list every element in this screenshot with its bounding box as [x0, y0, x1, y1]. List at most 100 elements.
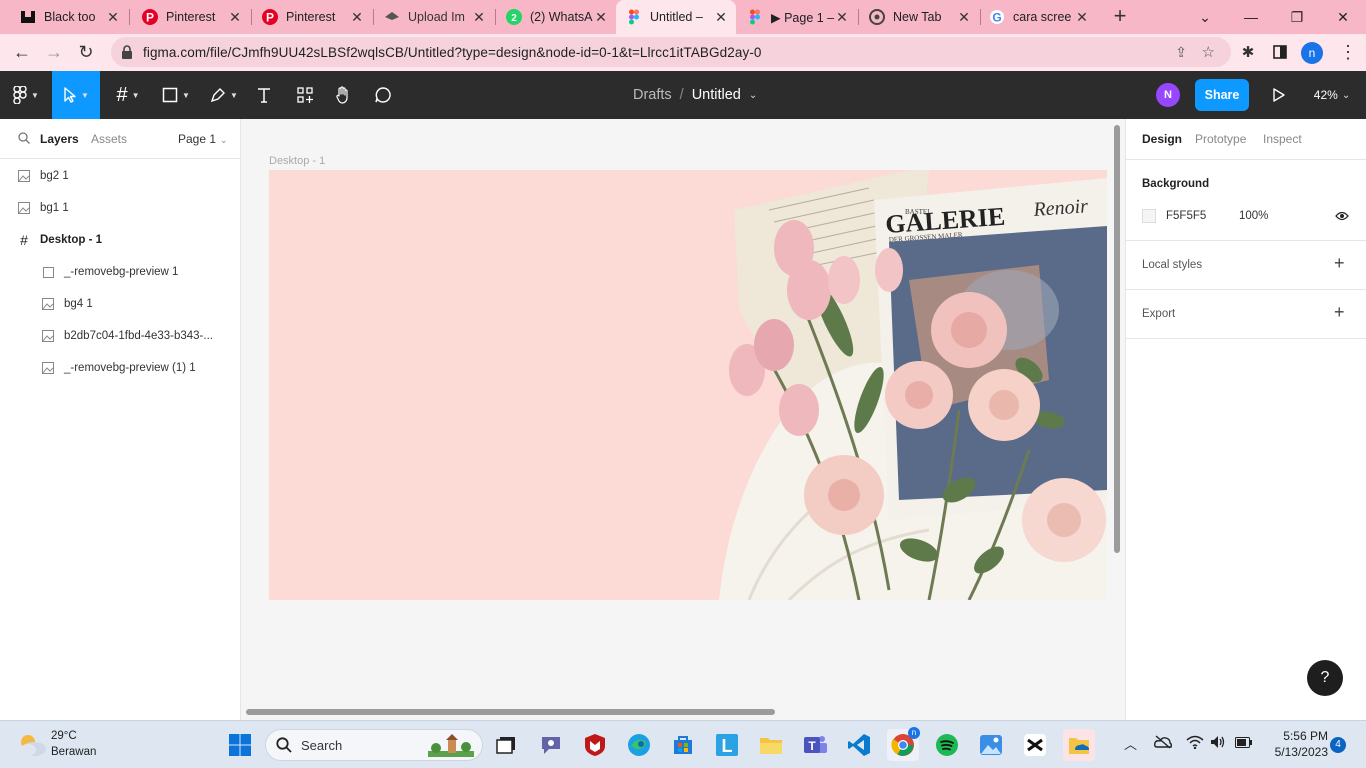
weather-widget[interactable]: 29°C Berawan	[14, 729, 134, 761]
mcafee-icon[interactable]	[579, 729, 611, 761]
browser-tab[interactable]: Black too ✕	[0, 0, 128, 34]
layer-item-frame[interactable]: # Desktop - 1	[0, 224, 240, 256]
capcut-icon[interactable]	[1019, 729, 1051, 761]
layer-item[interactable]: _-removebg-preview 1	[0, 256, 240, 288]
flowers-photo[interactable]: BASTEI GALERIE DER GROSSEN MALER Renoir	[269, 170, 1107, 600]
notification-badge[interactable]: 4	[1330, 737, 1346, 753]
background-hex-input[interactable]: F5F5F5	[1166, 210, 1206, 222]
browser-menu-icon[interactable]: ⋮	[1334, 38, 1362, 66]
start-windows-icon[interactable]	[224, 729, 256, 761]
desktop-frame[interactable]: BASTEI GALERIE DER GROSSEN MALER Renoir	[269, 170, 1107, 600]
wifi-icon[interactable]	[1186, 735, 1204, 752]
close-tab-icon[interactable]: ✕	[714, 9, 728, 26]
task-view-icon[interactable]	[490, 729, 522, 761]
onedrive-pictures-icon[interactable]	[1063, 729, 1095, 761]
close-window-icon[interactable]: ✕	[1320, 0, 1366, 34]
help-button[interactable]: ?	[1307, 660, 1343, 696]
hand-tool-button[interactable]	[328, 71, 358, 119]
breadcrumb-drafts[interactable]: Drafts	[633, 87, 672, 103]
tab-design[interactable]: Design	[1142, 132, 1182, 146]
shape-tool-button[interactable]: ▼	[156, 71, 196, 119]
address-bar[interactable]: figma.com/file/CJmfh9UU42sLBSf2wqlsCB/Un…	[111, 37, 1231, 67]
add-style-plus-icon[interactable]: +	[1334, 253, 1345, 274]
page-selector[interactable]: Page 1 ⌄	[178, 132, 228, 146]
close-tab-icon[interactable]: ✕	[472, 9, 486, 26]
chrome-icon[interactable]: n	[887, 727, 920, 761]
minimize-icon[interactable]: —	[1228, 0, 1274, 34]
tab-layers[interactable]: Layers	[40, 132, 79, 146]
onedrive-offline-icon[interactable]	[1154, 735, 1173, 752]
browser-tab[interactable]: ▶ Page 1 – ✕	[737, 0, 857, 34]
back-icon[interactable]: ←	[8, 38, 36, 66]
profile-avatar[interactable]: n	[1301, 42, 1323, 64]
l-app-icon[interactable]: L	[711, 729, 743, 761]
browser-tab[interactable]: P Pinterest ✕	[130, 0, 250, 34]
close-tab-icon[interactable]: ✕	[594, 9, 608, 26]
resources-button[interactable]	[290, 71, 320, 119]
layer-item[interactable]: bg2 1	[0, 160, 240, 192]
file-name[interactable]: Untitled	[692, 87, 741, 103]
teams-icon[interactable]: T	[799, 729, 831, 761]
close-tab-icon[interactable]: ✕	[1075, 9, 1089, 26]
add-export-plus-icon[interactable]: +	[1334, 302, 1345, 323]
close-tab-icon[interactable]: ✕	[106, 9, 120, 26]
tab-inspect[interactable]: Inspect	[1263, 132, 1302, 146]
browser-tab-active[interactable]: Untitled – ✕	[616, 0, 736, 34]
tab-assets[interactable]: Assets	[91, 132, 127, 146]
show-hidden-icons-chevron[interactable]: ︿	[1124, 734, 1137, 753]
microsoft-store-icon[interactable]	[667, 729, 699, 761]
tab-prototype[interactable]: Prototype	[1195, 132, 1246, 146]
restore-icon[interactable]: ❐	[1274, 0, 1320, 34]
browser-tab[interactable]: G cara scree ✕	[981, 0, 1097, 34]
share-page-icon[interactable]: ⇪	[1175, 44, 1187, 61]
background-swatch[interactable]	[1142, 209, 1156, 223]
photos-icon[interactable]	[975, 729, 1007, 761]
browser-tab[interactable]: P Pinterest ✕	[252, 0, 372, 34]
tab-search-icon[interactable]: ⌄	[1182, 0, 1228, 34]
close-tab-icon[interactable]: ✕	[228, 9, 242, 26]
background-opacity-input[interactable]: 100%	[1239, 210, 1268, 222]
chevron-down-icon[interactable]: ⌄	[749, 90, 757, 101]
browser-tab[interactable]: New Tab ✕	[859, 0, 979, 34]
design-canvas[interactable]: Desktop - 1 BASTEI GALERIE DER GROSSEN M…	[241, 119, 1125, 720]
volume-icon[interactable]	[1210, 735, 1226, 752]
forward-icon[interactable]: →	[40, 38, 68, 66]
taskbar-search[interactable]: Search	[265, 729, 483, 761]
browser-tab[interactable]: Upload Im ✕	[374, 0, 494, 34]
close-tab-icon[interactable]: ✕	[957, 9, 971, 26]
share-button[interactable]: Share	[1195, 79, 1249, 111]
layer-item[interactable]: bg4 1	[0, 288, 240, 320]
teams-chat-icon[interactable]	[535, 729, 567, 761]
text-tool-button[interactable]	[250, 71, 278, 119]
frame-label[interactable]: Desktop - 1	[269, 155, 325, 167]
edge-icon[interactable]	[623, 729, 655, 761]
file-explorer-icon[interactable]	[755, 729, 787, 761]
layer-item[interactable]: _-removebg-preview (1) 1	[0, 352, 240, 384]
close-tab-icon[interactable]: ✕	[835, 9, 849, 26]
vscode-icon[interactable]	[843, 729, 875, 761]
search-layers-icon[interactable]	[18, 132, 30, 147]
frame-tool-button[interactable]: # ▼	[108, 71, 148, 119]
main-menu-button[interactable]: ▼	[6, 71, 46, 119]
browser-tab[interactable]: 2 (2) WhatsA ✕	[496, 0, 616, 34]
horizontal-scrollbar[interactable]	[246, 709, 775, 715]
extensions-icon[interactable]: ✱	[1234, 38, 1262, 66]
eye-visibility-icon[interactable]	[1335, 210, 1349, 224]
vertical-scrollbar[interactable]	[1114, 125, 1120, 553]
present-button[interactable]	[1266, 71, 1292, 119]
new-tab-icon[interactable]: +	[1108, 5, 1132, 29]
sidepanel-icon[interactable]	[1266, 38, 1294, 66]
move-tool-button[interactable]: ▼	[52, 71, 100, 119]
battery-icon[interactable]	[1235, 737, 1253, 751]
layer-item[interactable]: b2db7c04-1fbd-4e33-b343-...	[0, 320, 240, 352]
layer-item[interactable]: bg1 1	[0, 192, 240, 224]
close-tab-icon[interactable]: ✕	[350, 9, 364, 26]
zoom-menu[interactable]: 42% ⌄	[1308, 71, 1356, 119]
user-avatar[interactable]: N	[1156, 83, 1180, 107]
comment-tool-button[interactable]	[368, 71, 398, 119]
spotify-icon[interactable]	[931, 729, 963, 761]
reload-icon[interactable]: ↻	[72, 38, 100, 66]
bookmark-star-icon[interactable]: ☆	[1202, 43, 1215, 61]
clock[interactable]: 5:56 PM 5/13/2023	[1262, 728, 1328, 760]
pen-tool-button[interactable]: ▼	[204, 71, 244, 119]
